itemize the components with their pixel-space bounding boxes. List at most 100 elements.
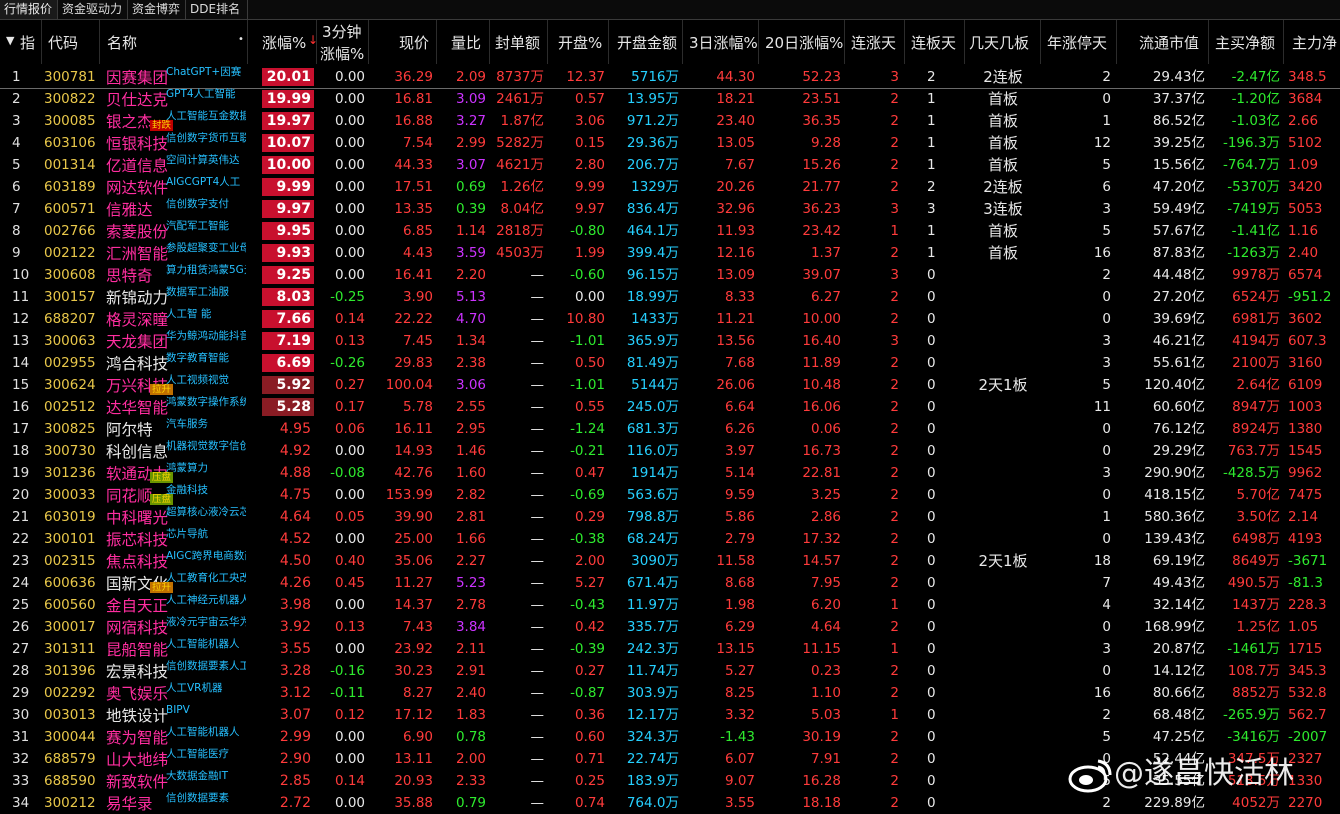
col-up-days[interactable]: 连涨天: [845, 20, 905, 64]
tab-fund-game[interactable]: 资金博弈: [128, 0, 186, 19]
stock-name-cell[interactable]: 地铁设计BIPV•: [100, 704, 248, 726]
col-boards[interactable]: 几天几板: [965, 20, 1041, 64]
table-row[interactable]: 14 002955 鸿合科技 数字教育智能 6.69 -0.26 29.83 2.38—0.5…: [0, 352, 1340, 374]
table-row[interactable]: 31 300044赛为智能人工智能机器人R 2.99 0.00 6.90 0.78 — 0.6…: [0, 726, 1340, 748]
stock-name-cell[interactable]: 奥飞娱乐人工VR机器R: [100, 682, 248, 704]
stock-name-cell[interactable]: 达华智能 鸿蒙数字操作系统: [100, 396, 248, 418]
stock-name-cell[interactable]: 网宿科技液冷元宇宙云华为R: [100, 616, 248, 638]
col-3min[interactable]: 3分钟 涨幅%: [317, 20, 369, 64]
stock-name-cell[interactable]: 赛为智能人工智能机器人R: [100, 726, 248, 748]
stock-name-cell[interactable]: 焦点科技AIGC跨界电商数商云R: [100, 550, 248, 572]
table-row[interactable]: 7600571信雅达信创数字支付R9.970.0013.350.398.04亿9…: [0, 198, 1340, 220]
table-row[interactable]: 30 003013地铁设计BIPV• 3.07 0.12 17.12 1.83 — 0.36 1…: [0, 704, 1340, 726]
stock-name-cell[interactable]: 中科曙光超算核心液冷云芯服R: [100, 506, 248, 528]
table-row[interactable]: 17300825阿尔特汽车服务R4.950.0616.112.95—-1.246…: [0, 418, 1340, 440]
stock-name-cell[interactable]: 易华录信创数据要素R: [100, 792, 248, 814]
stock-name-cell[interactable]: 同花顺金融科技压盘R: [100, 484, 248, 506]
stock-name-cell[interactable]: 网达软件AIGCGPT4人工•: [100, 176, 248, 198]
col-code[interactable]: 代码: [42, 20, 100, 64]
stock-name-cell[interactable]: 天龙集团华为鲸鸿动能抖音百度: [100, 330, 248, 352]
table-row[interactable]: 20300033同花顺金融科技压盘R4.750.00153.992.82—-0.…: [0, 484, 1340, 506]
col-price[interactable]: 现价: [369, 20, 437, 64]
table-row[interactable]: 26 300017网宿科技液冷元宇宙云华为R 3.92 0.13 7.43 3.84 — 0.…: [0, 616, 1340, 638]
col-year-limit[interactable]: 年涨停天: [1041, 20, 1117, 64]
table-row[interactable]: 16 002512 达华智能 鸿蒙数字操作系统 5.28 0.17 5.78 2.55—0.5…: [0, 396, 1340, 418]
main-net-buy: 6524万: [1232, 289, 1280, 305]
pct-cell: 19.99: [248, 88, 317, 110]
col-main-net[interactable]: 主买净额: [1209, 20, 1284, 64]
col-main-force[interactable]: 主力净: [1284, 20, 1340, 64]
table-row[interactable]: 10 300608 思特奇 算力租赁鸿蒙5G元宇宙 9.25 0.00 16.41 2.20 —…: [0, 264, 1340, 286]
col-pct[interactable]: 涨幅%↓: [248, 20, 317, 64]
board-count: 3连板: [983, 200, 1023, 218]
row-index: 21: [12, 509, 30, 525]
col-name[interactable]: 名称 •: [100, 20, 248, 64]
tab-quotes[interactable]: 行情报价: [0, 0, 58, 19]
table-row[interactable]: 22 300101振芯科技芯片导航R 4.52 0.00 25.00 1.66 — -0.38…: [0, 528, 1340, 550]
table-row[interactable]: 3300085银之杰人工智能互金数据要素封跌R19.970.0016.883.2…: [0, 110, 1340, 132]
table-row[interactable]: 13300063天龙集团华为鲸鸿动能抖音百度7.190.137.451.34—-…: [0, 330, 1340, 352]
table-row[interactable]: 4 603106恒银科技信创数字货币互联金融R 10.07 0.00 7.54 2.99 5…: [0, 132, 1340, 154]
table-row[interactable]: 5 001314亿道信息空间计算英伟达N 10.00 0.00 44.33 3.07 462…: [0, 154, 1340, 176]
tab-dde-rank[interactable]: DDE排名: [186, 0, 248, 19]
stock-name-cell[interactable]: 贝仕达克GPT4人工智能•: [100, 88, 248, 110]
col-vol-ratio[interactable]: 量比: [437, 20, 490, 64]
table-row[interactable]: 24 600636国新文化人工教育化工央改拉升R 4.26 0.45 11.27 5.23…: [0, 572, 1340, 594]
stock-name-cell[interactable]: 思特奇 算力租赁鸿蒙5G元宇宙: [100, 264, 248, 286]
float-market-cap: 76.12亿: [1152, 421, 1205, 437]
stock-name-cell[interactable]: 亿道信息空间计算英伟达N: [100, 154, 248, 176]
pct-value: 7.66: [276, 311, 311, 327]
stock-name-cell[interactable]: 新致软件大数据金融ITK: [100, 770, 248, 792]
table-row[interactable]: 15 300624 万兴科技 人工视频视觉 拉升 5.92 0.27 100.04 3.06 — -…: [0, 374, 1340, 396]
table-row[interactable]: 28 301396宏景科技信创数据要素人工智慧R 3.28 -0.16 30.23 2.9…: [0, 660, 1340, 682]
table-row[interactable]: 12 688207格灵深瞳人工智 能K 7.66 0.14 22.22 4.70 — 10.8…: [0, 308, 1340, 330]
stock-name-cell[interactable]: 银之杰人工智能互金数据要素封跌R: [100, 110, 248, 132]
table-row[interactable]: 8 002766索菱股份汽配军工智能• 9.95 0.00 6.85 1.14 2818万 -…: [0, 220, 1340, 242]
stock-name-cell[interactable]: 软通动力鸿蒙算力压盘R: [100, 462, 248, 484]
pct-value: 3.28: [279, 663, 311, 679]
stock-name-cell[interactable]: 金自天正人工神经元机器人•: [100, 594, 248, 616]
stock-name-cell[interactable]: 汇洲智能参股超聚变工业母机R: [100, 242, 248, 264]
table-row[interactable]: 18 300730科创信息机器视觉数字信创R 4.92 0.00 14.93 1.46 — -…: [0, 440, 1340, 462]
open-amount: 18.99万: [626, 289, 679, 305]
volume-ratio: 1.83: [455, 707, 486, 723]
stock-name-cell[interactable]: 索菱股份汽配军工智能•: [100, 220, 248, 242]
table-row[interactable]: 2 300822贝仕达克GPT4人工智能• 19.99 0.00 16.81 3.09 24…: [0, 88, 1340, 110]
table-row[interactable]: 1 300781因赛集团ChatGPT+因赛• 20.01 0.00 36.29 2.09…: [0, 66, 1340, 89]
table-row[interactable]: 25 600560金自天正人工神经元机器人• 3.98 0.00 14.37 2.78 — -…: [0, 594, 1340, 616]
stock-name-cell[interactable]: 科创信息机器视觉数字信创R: [100, 440, 248, 462]
table-row[interactable]: 6 603189网达软件AIGCGPT4人工• 9.99 0.00 17.51 0.69 1…: [0, 176, 1340, 198]
stock-name-cell[interactable]: 鸿合科技 数字教育智能: [100, 352, 248, 374]
table-row[interactable]: 11 300157新锦动力数据军工油服R 8.03 -0.25 3.90 5.13 — 0.0…: [0, 286, 1340, 308]
col-3d[interactable]: 3日涨幅%: [683, 20, 759, 64]
col-open-amt[interactable]: 开盘金额: [609, 20, 683, 64]
col-float-cap[interactable]: 流通市值: [1117, 20, 1209, 64]
table-row[interactable]: 23 002315焦点科技AIGC跨界电商数商云R 4.50 0.40 35.06 2.2…: [0, 550, 1340, 572]
stock-name-cell[interactable]: 新锦动力数据军工油服R: [100, 286, 248, 308]
col-seal[interactable]: 封单额: [490, 20, 548, 64]
stock-name-cell[interactable]: 宏景科技信创数据要素人工智慧R: [100, 660, 248, 682]
col-open-pct[interactable]: 开盘%: [548, 20, 609, 64]
open-amount: 5144万: [631, 377, 679, 393]
col-board-days[interactable]: 连板天: [905, 20, 965, 64]
stock-name-cell[interactable]: 国新文化人工教育化工央改拉升R: [100, 572, 248, 594]
stock-name-cell[interactable]: 格灵深瞳人工智 能K: [100, 308, 248, 330]
stock-name-cell[interactable]: 信雅达信创数字支付R: [100, 198, 248, 220]
col-20d[interactable]: 20日涨幅%: [759, 20, 845, 64]
stock-name-cell[interactable]: 恒银科技信创数字货币互联金融R: [100, 132, 248, 154]
stock-name-cell[interactable]: 因赛集团ChatGPT+因赛•: [100, 66, 248, 88]
stock-name-cell[interactable]: 万兴科技 人工视频视觉 拉升: [100, 374, 248, 396]
table-row[interactable]: 21603019中科曙光超算核心液冷云芯服R4.640.0539.902.81—…: [0, 506, 1340, 528]
stock-name-cell[interactable]: 振芯科技芯片导航R: [100, 528, 248, 550]
table-row[interactable]: 27 301311昆船智能人工智能机器人• 3.55 0.00 23.92 2.11 — -0…: [0, 638, 1340, 660]
stock-name-cell[interactable]: 山大地纬人工智能医疗K: [100, 748, 248, 770]
stock-name-cell[interactable]: 阿尔特汽车服务R: [100, 418, 248, 440]
stock-name-cell[interactable]: 昆船智能人工智能机器人•: [100, 638, 248, 660]
table-row[interactable]: 9 002122汇洲智能参股超聚变工业母机R 9.93 0.00 4.43 3.59 450…: [0, 242, 1340, 264]
tab-fund-drive[interactable]: 资金驱动力: [58, 0, 128, 19]
pct-cell: 8.03: [248, 286, 317, 308]
col-index[interactable]: ▼ 指: [0, 20, 42, 64]
table-row[interactable]: 19 301236软通动力鸿蒙算力压盘R 4.88 -0.08 42.76 1.60 — 0.…: [0, 462, 1340, 484]
table-row[interactable]: 29 002292奥飞娱乐人工VR机器R 3.12 -0.11 8.27 2.40 — -0.…: [0, 682, 1340, 704]
stock-name: 宏景科技: [106, 663, 169, 681]
